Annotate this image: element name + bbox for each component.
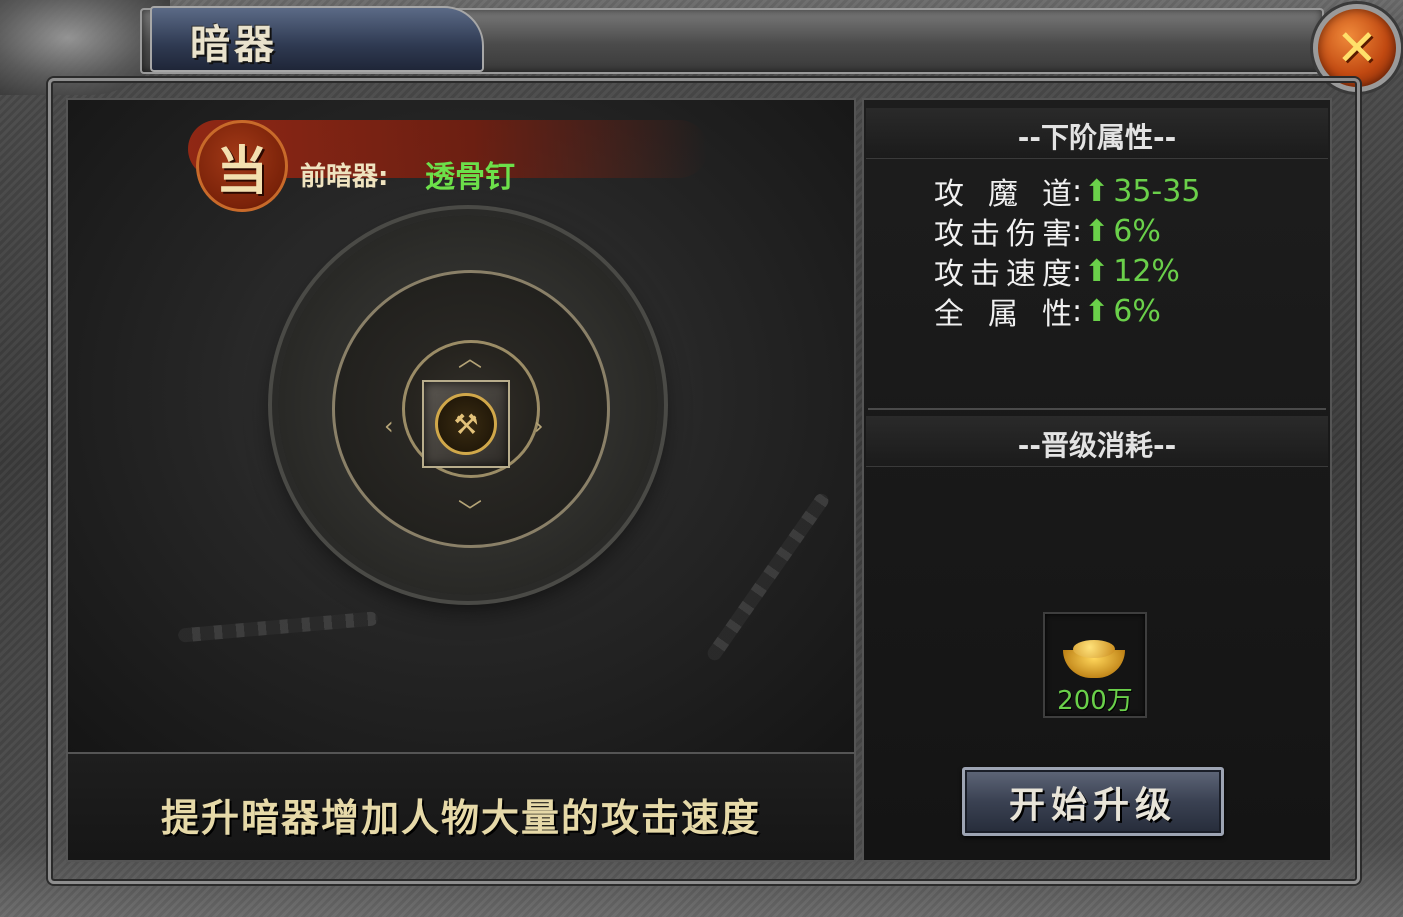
disc-arrow-down-icon: ﹀	[458, 498, 482, 526]
up-arrow-icon: ⬆	[1084, 173, 1110, 209]
upgrade-cost-header: --晋级消耗--	[866, 416, 1328, 467]
attr-value: 35-35	[1113, 173, 1201, 209]
description-box: 提升暗器增加人物大量的攻击速度	[66, 752, 856, 862]
info-panel: --下阶属性-- 攻魔道: ⬆ 35-35 攻击伤害: ⬆ 6% 攻击速度: ⬆ 12% 全…	[862, 98, 1332, 862]
attr-colon: :	[1072, 293, 1083, 329]
weapon-display-panel: 当 前暗器: 透骨钉 ︿ ﹀ ‹ › ⚒	[66, 98, 856, 756]
gold-ingot-icon	[1063, 640, 1125, 680]
current-weapon-name: 透骨钉	[425, 160, 515, 195]
current-seal: 当	[196, 120, 288, 212]
attr-row: 攻击伤害: ⬆ 6%	[934, 212, 1161, 253]
attr-row: 攻魔道: ⬆ 35-35	[934, 172, 1201, 213]
ingot-top	[1073, 640, 1115, 658]
disc-arrow-up-icon: ︿	[458, 344, 482, 372]
cost-item-slot[interactable]: 200万	[1043, 612, 1147, 718]
current-weapon-label: 前暗器:	[300, 162, 389, 192]
next-attributes-header: --下阶属性--	[866, 108, 1328, 159]
upgrade-cost-title: --晋级消耗--	[1017, 429, 1177, 462]
up-arrow-icon: ⬆	[1084, 293, 1110, 329]
hidden-weapon-icon: ⚒	[435, 393, 497, 455]
weapon-slot[interactable]: ⚒	[422, 380, 510, 468]
attr-colon: :	[1072, 173, 1083, 209]
disc-arrow-right-icon: ›	[534, 412, 544, 440]
chain-decoration	[704, 491, 832, 663]
attr-row: 攻击速度: ⬆ 12%	[934, 252, 1180, 293]
window-title: 暗器	[190, 21, 278, 68]
start-upgrade-button[interactable]: 开始升级	[962, 767, 1224, 836]
attr-value: 12%	[1113, 253, 1180, 289]
window-frame: 暗器 ✕ 当 前暗器: 透骨钉 ︿ ﹀ ‹ › ⚒ 提升暗器增加人物大量的攻击速…	[0, 0, 1403, 917]
cost-amount: 200万	[1057, 686, 1133, 716]
attr-value: 6%	[1113, 213, 1161, 249]
up-arrow-icon: ⬆	[1084, 213, 1110, 249]
attr-value: 6%	[1113, 293, 1161, 329]
attr-label: 全属性	[934, 297, 1072, 332]
chain-decoration	[177, 611, 379, 643]
attr-label: 攻魔道	[934, 177, 1072, 212]
description-text: 提升暗器增加人物大量的攻击速度	[160, 796, 761, 840]
next-attributes-title: --下阶属性--	[1017, 121, 1177, 154]
attr-label: 攻击伤害	[934, 217, 1072, 252]
section-divider	[868, 408, 1326, 410]
attr-colon: :	[1072, 213, 1083, 249]
attr-colon: :	[1072, 253, 1083, 289]
attr-row: 全属性: ⬆ 6%	[934, 292, 1161, 333]
up-arrow-icon: ⬆	[1084, 253, 1110, 289]
disc-arrow-left-icon: ‹	[384, 412, 394, 440]
close-icon: ✕	[1336, 19, 1378, 77]
attr-label: 攻击速度	[934, 257, 1072, 292]
